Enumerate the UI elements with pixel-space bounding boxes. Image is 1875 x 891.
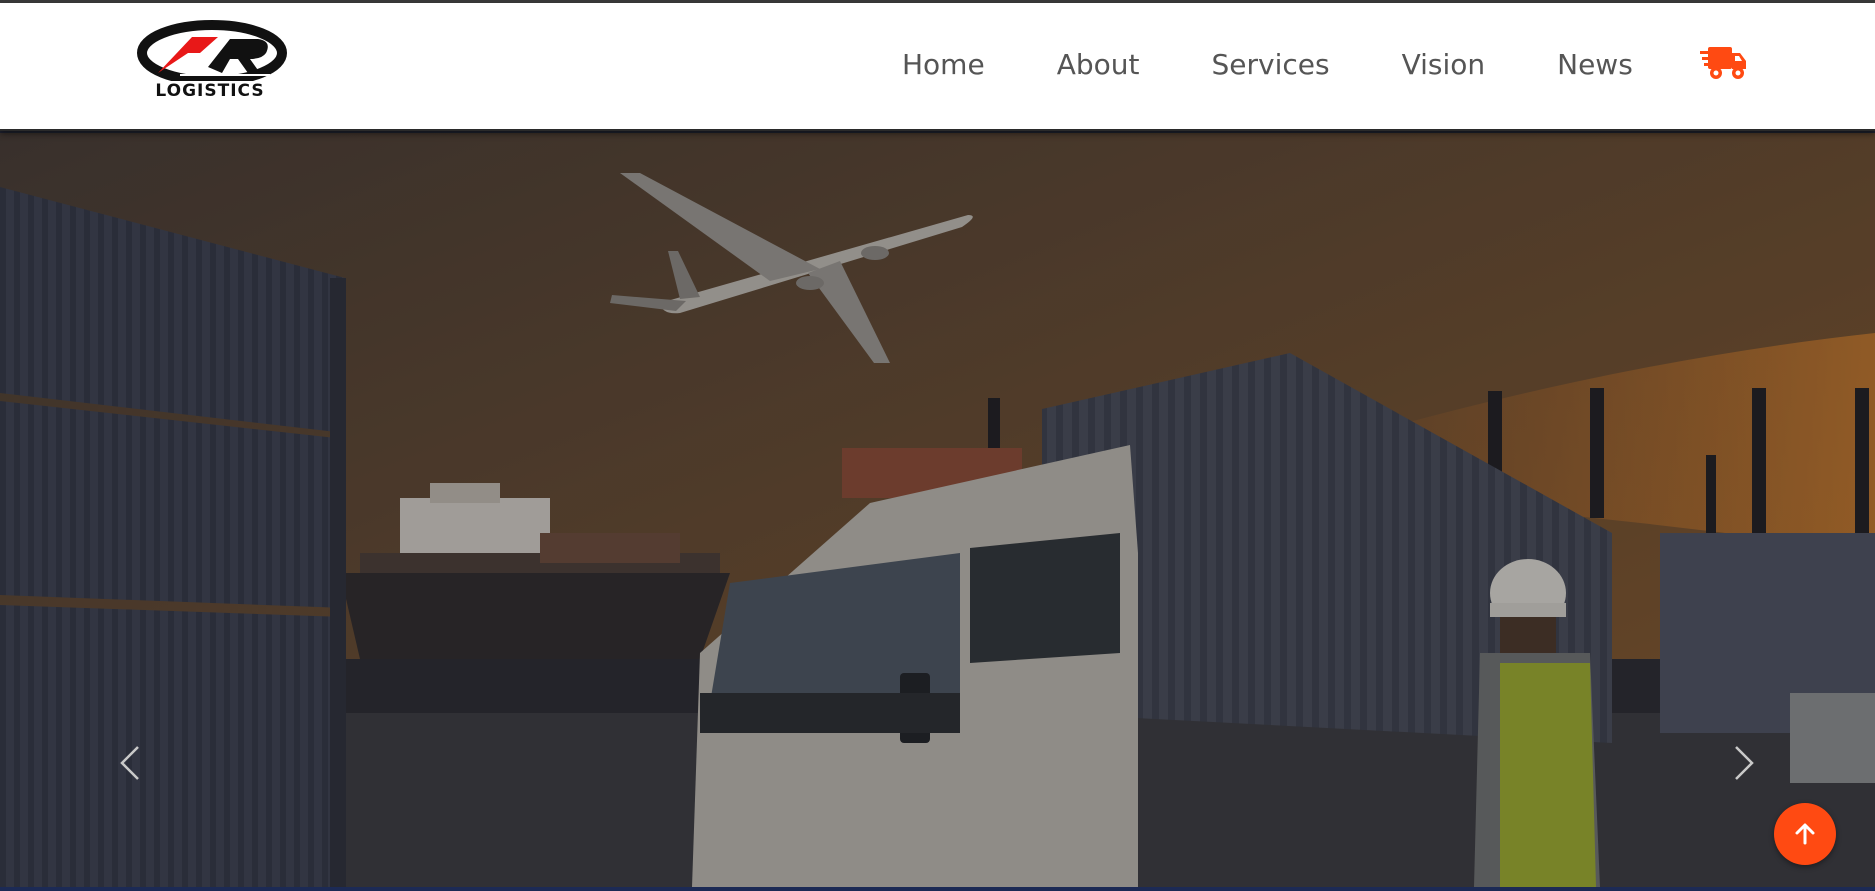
slider-prev-button[interactable] [110,733,150,793]
nav-services[interactable]: Services [1211,48,1329,81]
hero-overlay [0,133,1875,887]
logo-text: LOGISTICS [155,81,265,101]
chevron-left-icon [120,746,139,780]
slider-next-button[interactable] [1724,733,1764,793]
nav-vision[interactable]: Vision [1402,48,1486,81]
ar-logo-icon [137,20,287,86]
hero-slider [0,133,1875,887]
brand-logo[interactable]: LOGISTICS [130,15,290,105]
site-header: LOGISTICS Home About Services Vision New… [0,3,1875,131]
bottom-rule [0,887,1875,891]
scroll-to-top-button[interactable] [1774,803,1836,865]
delivery-truck-icon[interactable] [1700,41,1748,83]
arrow-up-icon [1795,823,1815,845]
nav-home[interactable]: Home [902,48,985,81]
main-nav: Home About Services Vision News [902,39,1633,89]
nav-news[interactable]: News [1557,48,1633,81]
nav-about[interactable]: About [1057,48,1140,81]
chevron-right-icon [1735,746,1754,780]
